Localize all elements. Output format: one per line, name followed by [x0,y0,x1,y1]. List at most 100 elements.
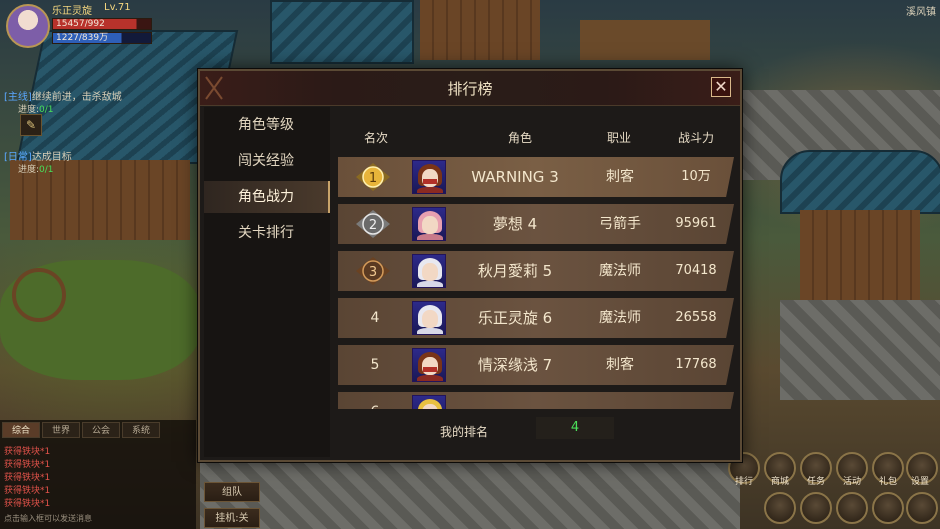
pet-icon[interactable] [872,492,904,524]
player-name: 秋月愛莉 5 [477,262,553,280]
quest-progress: 进度:0/1 [18,162,54,175]
chat-message: 获得铁块*1 [4,447,51,457]
chat-message: 获得铁块*1 [4,486,51,496]
player-class: 弓箭手 [599,216,641,232]
player-name [450,392,580,409]
table-row[interactable]: 5 情深缘浅 7 刺客 17768 [338,345,734,385]
portrait-face [422,263,438,281]
column-header-job: 职业 [606,131,631,145]
chat-panel: 综合 世界 公会 系统 获得铁块*1 获得铁块*1 获得铁块*1 获得铁块*1 … [0,420,196,529]
action-label: 排行 [734,477,753,487]
location-name: 溪风镇 [906,7,936,18]
combat-power: 70418 [675,263,717,278]
progress-value: 0/1 [39,165,54,175]
table-row[interactable]: 2 夢想 4 弓箭手 95961 [338,204,734,244]
portrait-body [417,281,443,287]
rank-number: 5 [370,357,380,373]
player-class: 魔法师 [599,310,641,326]
rank-number: 6 [352,392,398,409]
portrait-body [417,234,443,240]
fence [580,20,710,60]
medal-rank: 2 [369,218,377,233]
silver-medal-icon: 2 [356,210,390,238]
player-name: 乐正灵旋 [52,6,92,17]
player-class [582,392,658,409]
portrait-mask [423,179,437,184]
medal-rank: 1 [369,171,377,186]
column-header-role: 角色 [507,131,532,145]
portrait-face [422,169,438,187]
combat-power: 95961 [675,216,717,231]
skill-icon[interactable] [800,492,832,524]
quest-main[interactable]: [主线]继续前进，击杀敌城 [4,88,122,103]
column-header-power: 战斗力 [677,131,714,145]
well [800,210,920,300]
player-class: 刺客 [606,169,634,185]
player-level: Lv.71 [104,2,131,13]
action-label: 商城 [770,477,789,487]
chat-tab-guild[interactable]: 公会 [82,422,120,438]
portrait-body [417,375,443,381]
avatar [412,207,446,241]
avatar [412,254,446,288]
player-class: 刺客 [606,357,634,373]
well-roof [780,150,940,214]
combat-power [660,392,732,409]
close-icon[interactable]: ✕ [711,77,731,97]
tab-stage-ranking[interactable]: 关卡排行 [204,217,328,249]
my-rank-value: 4 [536,417,614,439]
house-wall [420,0,540,60]
chat-tab-world[interactable]: 世界 [42,422,80,438]
ranking-tabs: 角色等级 闯关经验 角色战力 关卡排行 [204,107,330,457]
ranking-dialog: 排行榜 ✕ 角色等级 闯关经验 角色战力 关卡排行 名次 角色 职业 战斗力 1… [198,69,742,462]
auto-battle-button[interactable]: 挂机:关 [204,508,260,528]
tab-stage-experience[interactable]: 闯关经验 [204,145,328,177]
portrait-face [422,310,438,328]
table-row[interactable]: 1 WARNING 3 刺客 10万 [338,157,734,197]
mount-icon[interactable] [836,492,868,524]
avatar [412,301,446,335]
team-button[interactable]: 组队 [204,482,260,502]
house-roof [270,0,414,64]
player-avatar[interactable] [6,4,50,48]
player-name: WARNING 3 [471,168,559,186]
stone-road [200,462,740,529]
combat-power: 10万 [681,169,711,184]
chat-tab-all[interactable]: 综合 [2,422,40,438]
combat-power: 17768 [675,357,717,372]
action-label: 任务 [806,477,825,487]
gold-medal-icon: 1 [356,163,390,191]
guild-icon[interactable] [906,492,938,524]
my-rank-label: 我的排名 [440,425,489,439]
bronze-medal-icon: 3 [356,257,390,285]
portrait-face [422,216,438,234]
tab-combat-power[interactable]: 角色战力 [204,181,330,213]
avatar [412,395,446,409]
tab-character-level[interactable]: 角色等级 [204,109,328,141]
player-name: 夢想 4 [492,215,538,233]
table-row[interactable]: 3 秋月愛莉 5 魔法师 70418 [338,251,734,291]
chat-message: 获得铁块*1 [4,460,51,470]
action-label: 设置 [910,477,929,487]
rank-number: 4 [370,310,380,326]
scroll-icon[interactable]: ✎ [20,114,42,136]
progress-label: 进度: [18,165,40,175]
action-label: 活动 [842,477,861,487]
chat-input[interactable]: 点击输入框可以发送消息 [4,513,92,524]
column-header-rank: 名次 [363,131,388,145]
portrait-body [417,187,443,193]
table-row[interactable]: 4 乐正灵旋 6 魔法师 26558 [338,298,734,338]
avatar [412,348,446,382]
cart-wheel [12,268,66,322]
player-name: 情深缘浅 7 [477,356,553,374]
chat-tab-system[interactable]: 系统 [122,422,160,438]
hp-bar: 15457/992 [52,18,152,30]
portrait-face [422,357,438,375]
dialog-header: 排行榜 ✕ [200,71,740,106]
portrait-mask [423,367,437,372]
bag-icon[interactable] [764,492,796,524]
quest-daily[interactable]: [日常]达成目标 [4,148,72,163]
table-row[interactable]: 6 [338,392,734,409]
avatar [412,160,446,194]
chat-message: 获得铁块*1 [4,499,51,509]
